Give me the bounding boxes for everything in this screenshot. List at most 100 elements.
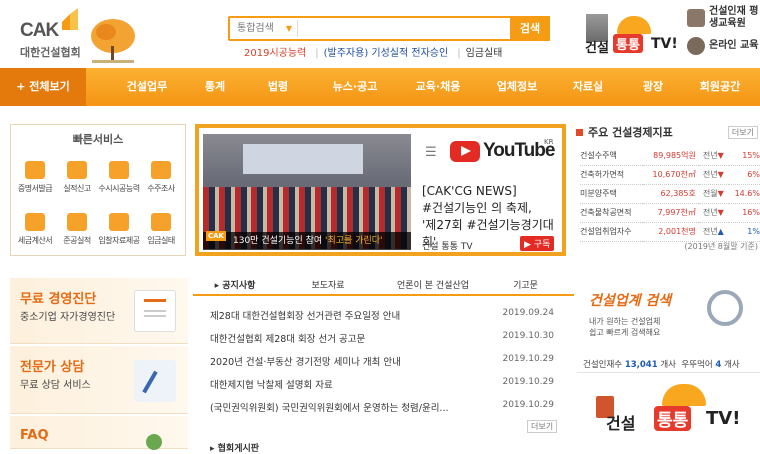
book-icon: [687, 9, 705, 27]
quick-service-performance[interactable]: 실적신고: [56, 161, 98, 194]
company-search-subtitle: 내가 원하는 건설업체 쉽고 빠르게 검색해요: [589, 316, 660, 338]
diagnosis-title: 무료 경영진단: [20, 292, 97, 307]
economy-value: 89,985억원: [642, 146, 699, 166]
economy-value: 2,001천명: [642, 222, 699, 242]
notice-row[interactable]: (국민권익위원회) 국민권익위원회에서 운영하는 청렴/윤리... 2019.10…: [210, 400, 572, 417]
invoice-icon: [25, 213, 45, 231]
site-logo[interactable]: CAK 대한건설협회: [10, 6, 135, 64]
faq-panel[interactable]: FAQ: [10, 416, 188, 450]
economy-row[interactable]: 건축물착공면적 7,997천㎡ 전년▼ 16%: [580, 203, 760, 223]
economy-table: 건설수주액 89,985억원 전년▼ 15% 건축허가면적 10,670천㎡ 전년▼ 6% 미분…: [580, 146, 760, 242]
channel-name: 건설 통통 TV: [422, 242, 473, 252]
report-icon: [67, 161, 87, 179]
period-label: 전년: [702, 170, 718, 179]
nav-item-library[interactable]: 자료실: [553, 68, 623, 106]
monitor-icon: [687, 37, 705, 55]
notice-row[interactable]: 대한제지협 낙찰제 설명회 자료 2019.10.29: [210, 377, 572, 394]
helmet-icon: [662, 384, 706, 406]
side-link-education-center[interactable]: 건설인재 평생교육원: [687, 6, 760, 30]
economy-row[interactable]: 건축허가면적 10,670천㎡ 전년▼ 6%: [580, 165, 760, 185]
economy-row[interactable]: 미분양주택 62,385호 전월▼ 14.6%: [580, 184, 760, 204]
quick-service-certificate[interactable]: 증명서발급: [14, 161, 56, 194]
economy-row[interactable]: 건설업취업자수 2,001천명 전년▲ 1%: [580, 222, 760, 242]
economy-period: 전년▼: [698, 146, 730, 166]
pen-tablet-icon: [134, 360, 176, 402]
search-scope-value: 통합검색: [237, 23, 274, 34]
quick-link-capacity[interactable]: 2019시공능력: [244, 48, 306, 59]
nav-item-law[interactable]: 법령: [243, 68, 313, 106]
tv-logo-part1: 건설: [585, 41, 609, 56]
economy-change: 16%: [729, 203, 760, 223]
nav-item-plaza[interactable]: 광장: [618, 68, 688, 106]
quick-service-capacity[interactable]: 수시시공능력: [98, 161, 140, 194]
search-button[interactable]: 검색: [510, 16, 550, 41]
notice-board: ▸ 공지사항 보도자료 언론이 본 건설산업 기고문 제28대 대한건설협회장 …: [193, 278, 574, 454]
youtube-banner[interactable]: 130만 건설기능인 참여 '최고를 가린다' CAK ☰ YouTube KR…: [195, 124, 566, 256]
quick-service-label: 수시시공능력: [98, 184, 140, 193]
notice-title: (국민권익위원회) 국민권익위원회에서 운영하는 청렴/윤리...: [210, 403, 449, 414]
stat-count: 13,041: [624, 360, 658, 370]
nav-item-members[interactable]: 회원공간: [685, 68, 755, 106]
economy-period: 전월▼: [698, 184, 730, 204]
logo-abbr: CAK: [20, 20, 59, 41]
arrow-up-icon: ▲: [717, 227, 724, 236]
quick-service-order-survey[interactable]: 수주조사: [140, 161, 182, 194]
nav-item-construction[interactable]: 건설업무: [112, 68, 182, 106]
period-label: 전년: [702, 150, 718, 160]
nav-item-company[interactable]: 업체정보: [482, 68, 552, 106]
economy-more-button[interactable]: 더보기: [727, 126, 758, 139]
nav-item-statistics[interactable]: 통계: [180, 68, 250, 106]
economy-row[interactable]: 건설수주액 89,985억원 전년▼ 15%: [580, 146, 760, 166]
photo-caption: 130만 건설기능인 참여 '최고를 가린다': [203, 232, 411, 250]
stat2-unit: 개사: [723, 360, 740, 370]
tab-press[interactable]: 보도자료: [293, 278, 363, 294]
notice-date: 2019.10.29: [502, 400, 554, 410]
company-stats: 건설인재수 13,041 개사 우뚜먹어 4 개사: [583, 358, 740, 370]
tab-notice[interactable]: ▸ 공지사항: [205, 278, 265, 294]
tongtong-tv-logo[interactable]: 건설 통통 TV!: [583, 10, 678, 56]
quick-link-wage[interactable]: 임금실태: [466, 48, 503, 59]
consulting-panel[interactable]: 전문가 상담 무료 상담 서비스: [10, 346, 188, 414]
quick-service-wage[interactable]: 임금실태: [140, 213, 182, 246]
diagnosis-panel[interactable]: 무료 경영진단 중소기업 자가경영진단: [10, 278, 188, 344]
economy-title: 주요 건설경제지표: [576, 124, 673, 140]
economy-change: 14.6%: [729, 184, 760, 204]
stat2-count: 4: [715, 360, 722, 370]
company-search-banner[interactable]: 건설업계 검색 내가 원하는 건설업체 쉽고 빠르게 검색해요 건설인재수 13…: [577, 278, 760, 373]
notice-row[interactable]: 대한건설협회 제28대 회장 선거 공고문 2019.10.30: [210, 331, 572, 348]
quick-service-label: 입찰자료제공: [98, 236, 140, 245]
economy-label: 건축허가면적: [580, 165, 643, 185]
quick-service-bid-data[interactable]: 입찰자료제공: [98, 213, 140, 246]
notice-more-button[interactable]: 더보기: [527, 420, 558, 433]
tab-column[interactable]: 기고문: [498, 278, 553, 294]
quick-link-approval[interactable]: (발주자용) 기성실적 전자승인: [324, 48, 449, 59]
search-scope-select[interactable]: 통합검색 ▼: [233, 20, 298, 37]
side-links: 건설인재 평생교육원 온라인 교육: [687, 6, 760, 62]
tv-banner-part1: 건설: [606, 414, 636, 433]
divider: |: [315, 48, 319, 59]
nav-item-news[interactable]: 뉴스·공고: [320, 68, 390, 106]
economy-value: 62,385호: [642, 184, 699, 204]
tv-logo-part3: TV!: [651, 36, 678, 52]
economy-value: 10,670천㎡: [642, 165, 699, 185]
economy-period: 전년▼: [698, 203, 730, 223]
nav-all-menu[interactable]: + 전체보기: [0, 68, 86, 106]
side-link-online-education[interactable]: 온라인 교육: [687, 37, 760, 55]
notice-row[interactable]: 2020년 건설·부동산 경기전망 세미나 개최 안내 2019.10.29: [210, 354, 572, 371]
notice-row[interactable]: 제28대 대한건설협회장 선거관련 주요일정 안내 2019.09.24: [210, 308, 572, 325]
diagnosis-subtitle: 중소기업 자가경영진단: [20, 312, 116, 323]
caption-highlight: '최고를 가린다': [325, 236, 383, 246]
subscribe-label: 구독: [533, 240, 551, 250]
arrow-down-icon: ▼: [717, 189, 724, 198]
quick-service-label: 임금실태: [147, 236, 175, 245]
subtitle-line: 쉽고 빠르게 검색해요: [589, 328, 661, 337]
video-text-line: #건설기능인 의 축제,: [422, 201, 532, 215]
quick-service-completion[interactable]: 준공실적: [56, 213, 98, 246]
quick-service-tax-invoice[interactable]: 세금계산서: [14, 213, 56, 246]
tab-media[interactable]: 언론이 본 건설산업: [383, 278, 483, 294]
quick-services-title: 빠른서비스: [72, 133, 124, 146]
tongtong-tv-banner[interactable]: 건설 통통 TV!: [596, 384, 746, 436]
economy-label: 건축물착공면적: [580, 203, 643, 223]
subscribe-button[interactable]: ▶ 구독: [520, 236, 555, 251]
nav-item-education[interactable]: 교육·채용: [403, 68, 473, 106]
